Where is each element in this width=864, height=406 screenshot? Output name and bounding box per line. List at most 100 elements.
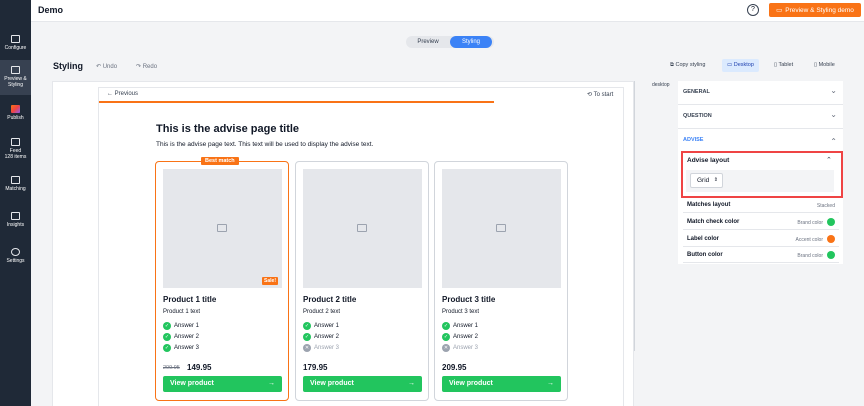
answer-label: Answer 2 [174, 334, 200, 340]
view-product-label: View product [310, 380, 354, 387]
check-icon: ✓ [163, 322, 171, 330]
undo-label: Undo [102, 64, 118, 70]
setting-value: Brand color [797, 220, 823, 226]
product-card: Product 2 title Product 2 text ✓ Answer 1… [295, 161, 429, 401]
product-title: Product 3 title [442, 295, 496, 304]
sidebar-item-sublabel: 128 items [4, 154, 27, 160]
answer-item: ✓ Answer 2 [442, 333, 478, 341]
setting-row-matches-layout[interactable]: Matches layout Stacked [683, 197, 839, 213]
sidebar-item-label: Settings [6, 258, 25, 264]
sidebar-item-matching[interactable]: Matching [0, 176, 31, 192]
canvas-scrollbar[interactable] [634, 81, 642, 351]
arrow-right-icon: → [408, 380, 415, 387]
restart-icon: ⟲ [587, 92, 594, 98]
question-circle-icon[interactable]: ? [747, 4, 759, 16]
sidebar-item-insights[interactable]: Insights [0, 212, 31, 228]
device-mobile-button[interactable]: ▯ Mobile [809, 59, 840, 72]
sidebar-item-label: Configure [4, 45, 27, 51]
redo-button[interactable]: ↷ Redo [136, 63, 157, 70]
setting-row-match-check-color[interactable]: Match check color Brand color [683, 214, 839, 230]
advise-title: This is the advise page title [156, 123, 300, 135]
sidebar-item-label: Insights [6, 222, 25, 228]
copy-styling-label: Copy styling [675, 62, 706, 68]
copy-styling-button[interactable]: ⧉ Copy styling [665, 59, 710, 72]
product-image [303, 169, 422, 288]
answer-label: Answer 1 [453, 323, 479, 329]
section-label: GENERAL [683, 89, 710, 95]
view-product-label: View product [449, 380, 493, 387]
color-swatch[interactable] [827, 235, 835, 243]
old-price: 209.95 [163, 365, 180, 371]
answer-label: Answer 1 [314, 323, 340, 329]
setting-row-button-color[interactable]: Button color Brand color [683, 247, 839, 263]
setting-label: Button color [687, 252, 723, 258]
setting-label: Matches layout [687, 202, 731, 208]
to-start-button[interactable]: ⟲ To start [587, 91, 613, 98]
to-start-label: To start [593, 92, 614, 98]
answer-label: Answer 3 [174, 345, 200, 351]
section-general[interactable]: GENERAL ⌄ [678, 81, 843, 105]
sidebar-item-publish[interactable]: Publish [0, 105, 31, 121]
chevron-down-icon: ⌄ [830, 86, 837, 95]
arrow-right-icon: → [268, 380, 275, 387]
arrow-left-icon: ← [107, 91, 115, 97]
sidebar-item-preview-styling[interactable]: Preview & Styling [0, 60, 31, 95]
monitor-icon [11, 66, 20, 74]
image-icon [357, 224, 367, 232]
section-label: QUESTION [683, 113, 712, 119]
app-title: Demo [38, 5, 64, 15]
product-image [442, 169, 561, 288]
sidebar-item-settings[interactable]: Settings [0, 248, 31, 264]
redo-label: Redo [142, 64, 158, 70]
answer-label: Answer 3 [453, 345, 479, 351]
tab-preview[interactable]: Preview [408, 36, 448, 48]
setting-label: Match check color [687, 219, 740, 225]
advise-text: This is the advise page text. This text … [156, 141, 374, 148]
setting-value: Stacked [816, 203, 835, 209]
view-product-button[interactable]: View product → [303, 376, 422, 392]
arrow-right-icon: → [547, 380, 554, 387]
sale-badge: Sale! [262, 277, 278, 285]
price: 209.95 [442, 363, 467, 372]
device-label: Tablet [778, 62, 794, 68]
check-icon: ✓ [303, 333, 311, 341]
color-swatch[interactable] [827, 218, 835, 226]
device-desktop-button[interactable]: ▭ Desktop [722, 59, 759, 72]
previous-button[interactable]: ← Previous [107, 91, 138, 97]
best-match-badge: Best match [201, 157, 239, 165]
top-bar: Demo ? ▭ Preview & Styling demo [0, 0, 864, 22]
image-icon [496, 224, 506, 232]
answer-item: ✓ Answer 1 [163, 322, 199, 330]
video-icon: ▭ [776, 7, 783, 14]
undo-button[interactable]: ↶ Undo [96, 63, 117, 70]
product-text: Product 3 text [442, 309, 480, 315]
view-product-button[interactable]: View product → [442, 376, 561, 392]
previous-label: Previous [114, 91, 139, 97]
preview-styling-demo-button[interactable]: ▭ Preview & Styling demo [769, 3, 861, 17]
color-swatch[interactable] [827, 251, 835, 259]
database-icon [11, 138, 20, 146]
setting-row-label-color[interactable]: Label color Accent color [683, 231, 839, 247]
device-tablet-button[interactable]: ▯ Tablet [769, 59, 798, 72]
tab-styling[interactable]: Styling [450, 36, 492, 48]
product-title: Product 2 title [303, 295, 357, 304]
price: 149.95 [187, 363, 212, 372]
answer-item: ✕ Answer 3 [303, 344, 339, 352]
answer-item: ✓ Answer 2 [163, 333, 199, 341]
sidebar-item-feed[interactable]: Feed 128 items [0, 138, 31, 160]
sidebar-item-label: Preview & Styling [4, 76, 27, 88]
answer-label: Answer 2 [453, 334, 479, 340]
view-product-button[interactable]: View product → [163, 376, 282, 392]
monitor-icon: ▭ [727, 62, 734, 68]
chevron-up-icon: ⌃ [830, 137, 837, 146]
cross-icon: ✕ [442, 344, 450, 352]
image-icon [217, 224, 227, 232]
check-icon: ✓ [442, 322, 450, 330]
sidebar-item-configure[interactable]: Configure [0, 35, 31, 51]
mode-toggle: Preview Styling [406, 36, 494, 48]
product-text: Product 1 text [163, 309, 201, 315]
section-question[interactable]: QUESTION ⌄ [678, 105, 843, 129]
answer-label: Answer 1 [174, 323, 200, 329]
check-icon: ✓ [163, 333, 171, 341]
configure-icon [11, 35, 20, 43]
